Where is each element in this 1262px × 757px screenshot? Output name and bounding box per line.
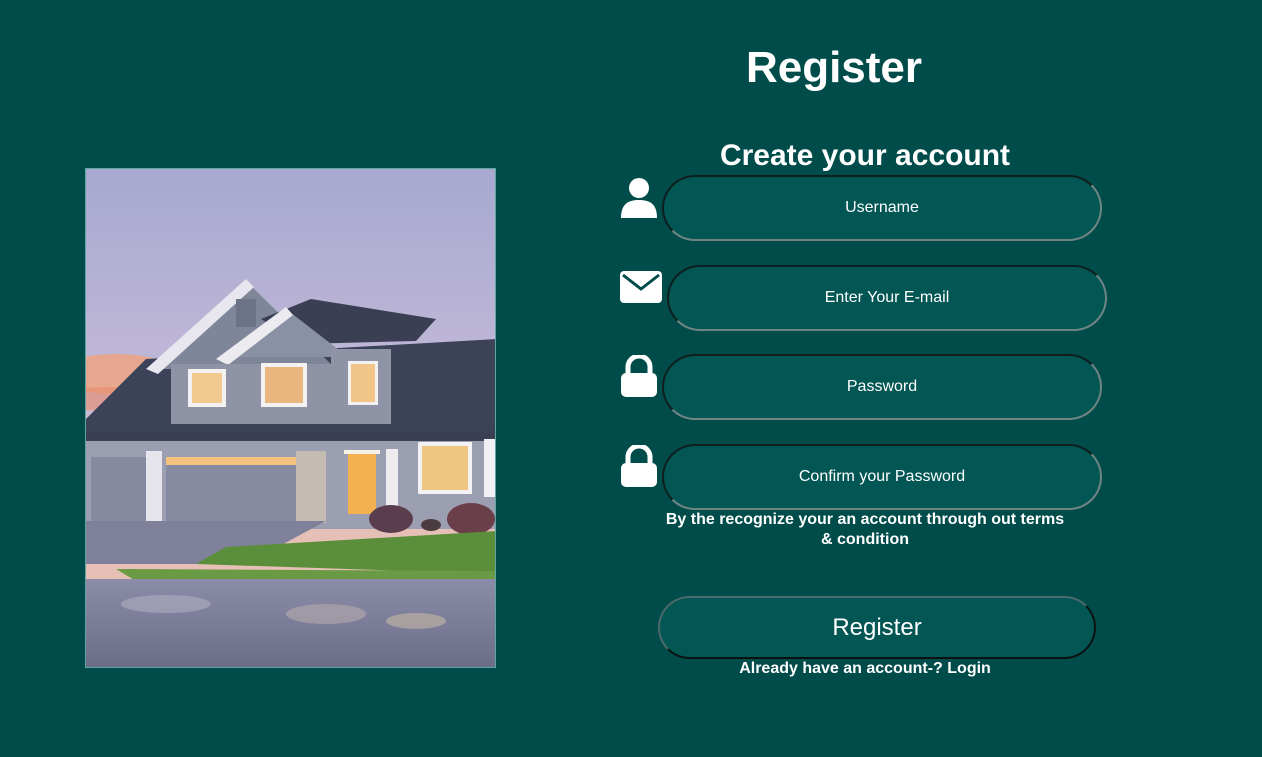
terms-text: By the recognize your an account through… — [665, 511, 1065, 548]
login-prompt: Already have an account-? — [739, 660, 943, 677]
page-title: Register — [745, 43, 923, 92]
email-input[interactable] — [667, 265, 1107, 331]
username-input[interactable] — [662, 175, 1102, 241]
login-link[interactable]: Login — [947, 660, 991, 677]
hero-image — [85, 168, 496, 668]
register-button[interactable]: Register — [658, 596, 1096, 659]
page-subtitle: Create your account — [719, 139, 1011, 172]
user-icon — [618, 176, 660, 218]
login-prompt-line: Already have an account-? Login — [660, 659, 1070, 679]
lock-icon — [620, 355, 662, 397]
envelope-icon — [620, 271, 662, 313]
confirm-lock-icon — [620, 445, 662, 487]
password-input[interactable] — [662, 354, 1102, 420]
confirm-password-input[interactable] — [662, 444, 1102, 510]
house-illustration — [86, 169, 495, 667]
